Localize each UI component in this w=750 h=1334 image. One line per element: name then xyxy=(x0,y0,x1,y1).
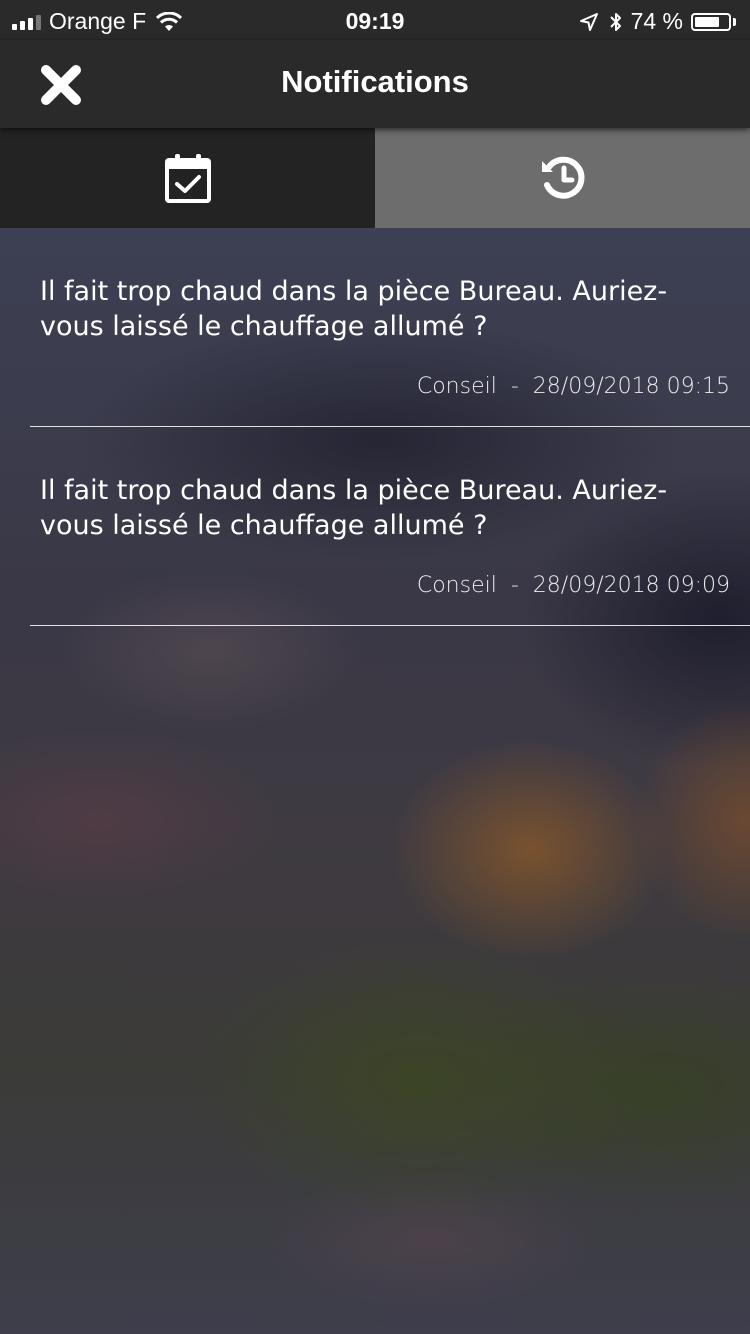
battery-percent: 74 % xyxy=(630,8,683,34)
notification-datetime: 28/09/2018 09:09 xyxy=(532,573,730,598)
meta-separator: - xyxy=(510,374,519,399)
tab-history[interactable] xyxy=(375,128,750,228)
header-bar: Notifications xyxy=(0,40,750,128)
notification-item[interactable]: Il fait trop chaud dans la pièce Bureau.… xyxy=(30,427,750,626)
tab-bar xyxy=(0,128,750,228)
notification-message: Il fait trop chaud dans la pièce Bureau.… xyxy=(40,475,668,541)
battery-tip xyxy=(733,17,736,26)
history-clock-icon xyxy=(541,156,584,199)
battery-fill xyxy=(695,16,719,27)
notification-item[interactable]: Il fait trop chaud dans la pièce Bureau.… xyxy=(30,228,750,427)
status-bar: Orange F 09:19 74 % xyxy=(0,0,750,40)
tab-calendar[interactable] xyxy=(0,128,375,228)
bluetooth-icon xyxy=(609,12,621,31)
notification-meta: Conseil -28/09/2018 09:15 xyxy=(417,374,730,399)
meta-separator: - xyxy=(510,573,519,598)
battery-icon xyxy=(691,12,731,31)
notification-meta: Conseil -28/09/2018 09:09 xyxy=(417,573,730,598)
notification-list: Il fait trop chaud dans la pièce Bureau.… xyxy=(0,228,750,626)
calendar-check-icon xyxy=(164,154,211,203)
status-right: 74 % xyxy=(579,8,736,35)
notification-datetime: 28/09/2018 09:15 xyxy=(532,374,730,399)
location-arrow-icon xyxy=(579,12,598,31)
notification-message: Il fait trop chaud dans la pièce Bureau.… xyxy=(40,276,668,342)
notification-category: Conseil xyxy=(416,374,497,399)
notification-category: Conseil xyxy=(416,573,497,598)
page-title: Notifications xyxy=(281,64,469,99)
